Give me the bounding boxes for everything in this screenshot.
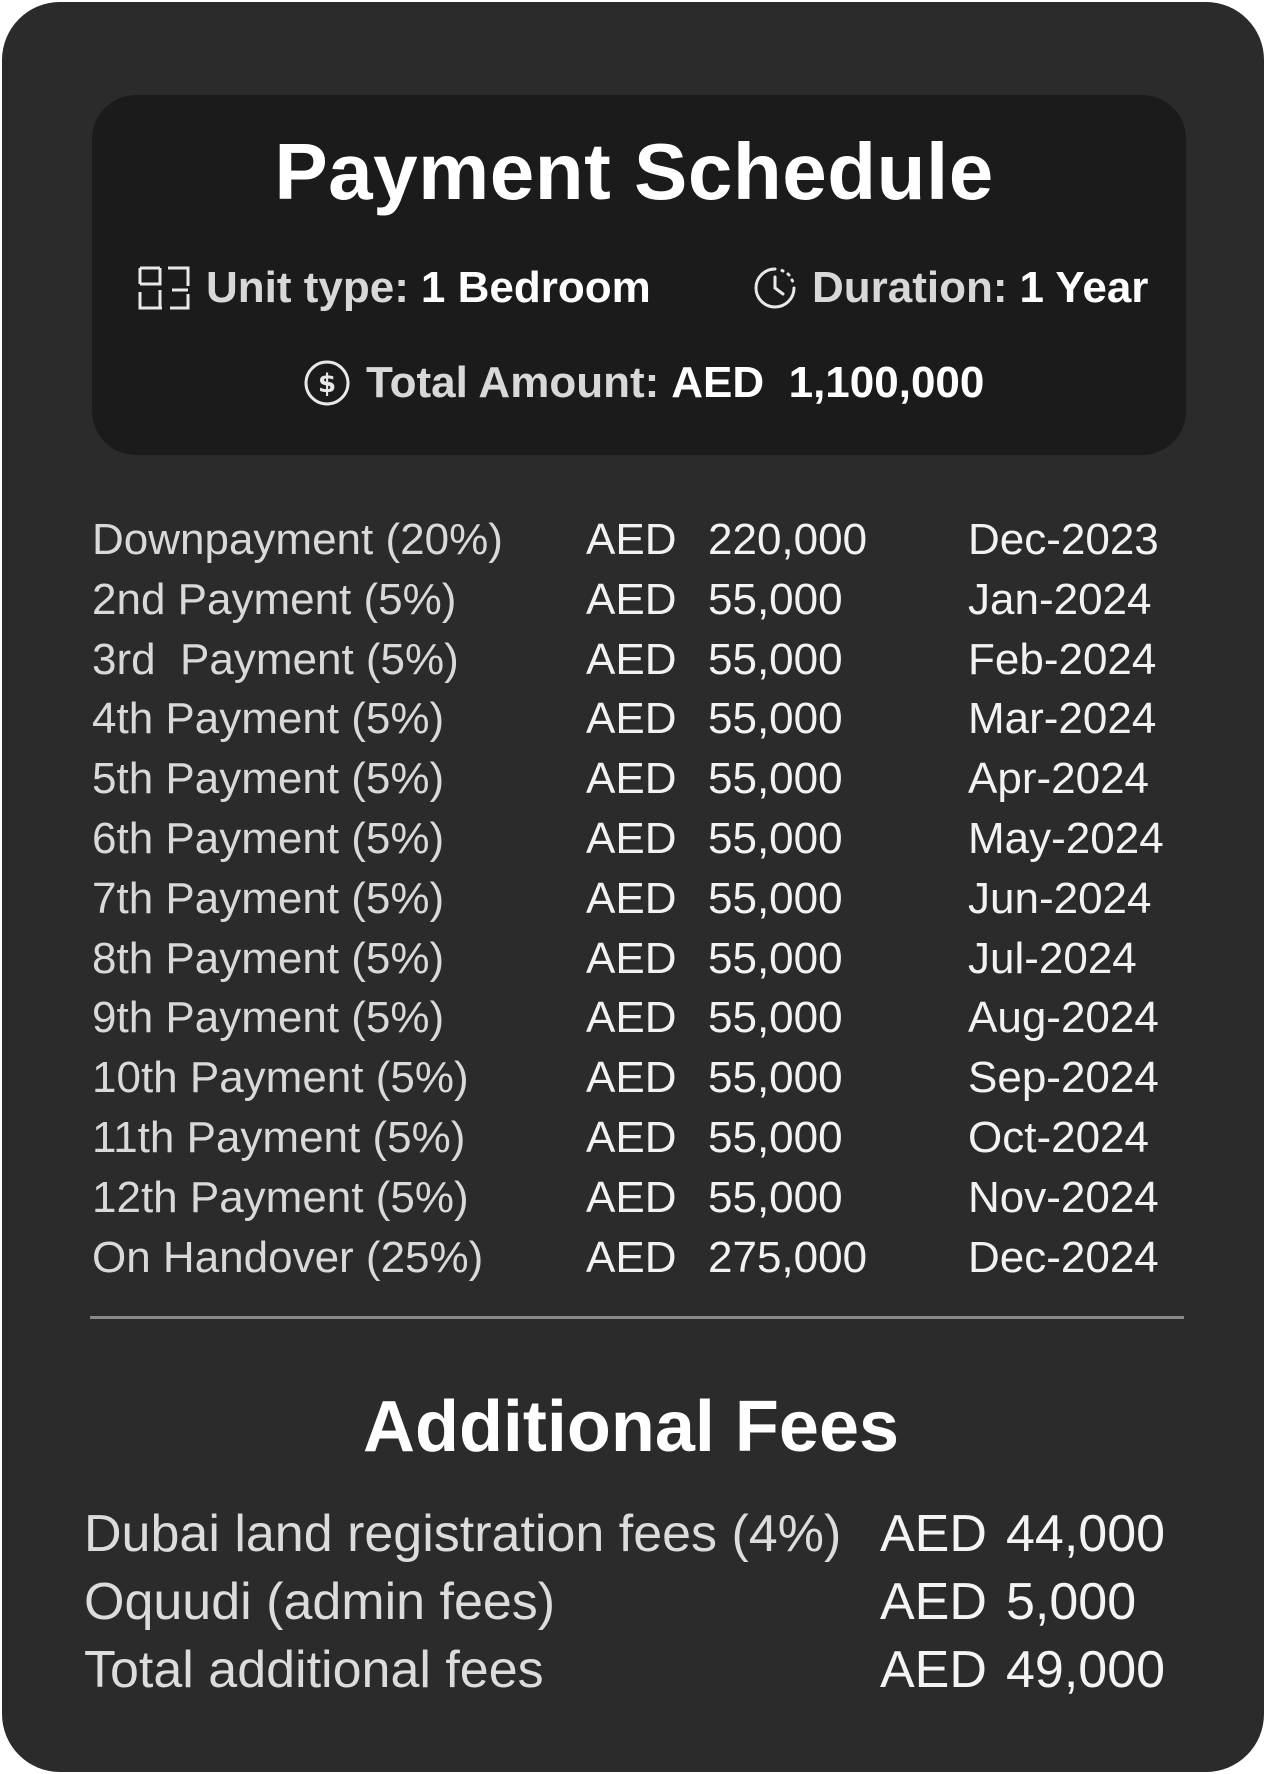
payment-label: 6th Payment (5%): [92, 813, 445, 863]
payment-date: Jan-2024: [968, 574, 1152, 624]
payment-date: Apr-2024: [968, 754, 1150, 804]
payment-row: 3rd Payment (5%) AED 55,000 Feb-2024: [92, 630, 1192, 690]
payment-row: 10th Payment (5%) AED 55,000 Sep-2024: [92, 1048, 1192, 1108]
payment-date: Nov-2024: [968, 1172, 1159, 1222]
payment-row: 12th Payment (5%) AED 55,000 Nov-2024: [92, 1168, 1192, 1228]
payment-row: 8th Payment (5%) AED 55,000 Jul-2024: [92, 929, 1192, 989]
payment-currency: AED: [586, 634, 677, 684]
fee-label: Oquudi (admin fees): [84, 1573, 556, 1631]
duration-label: Duration:: [812, 263, 1008, 312]
payment-row: 9th Payment (5%) AED 55,000 Aug-2024: [92, 988, 1192, 1048]
payment-amount: 55,000: [708, 993, 843, 1043]
fee-currency: AED: [880, 1641, 987, 1699]
fee-amount: 49,000: [1006, 1641, 1166, 1699]
payment-amount: 55,000: [708, 694, 843, 744]
payment-date: Jun-2024: [968, 873, 1152, 923]
payment-currency: AED: [586, 1112, 677, 1162]
payment-currency: AED: [586, 515, 677, 564]
payment-currency: AED: [586, 754, 677, 804]
payment-amount: 55,000: [708, 933, 843, 983]
payment-schedule-list: Downpayment (20%) AED 220,000 Dec-2023 2…: [92, 510, 1192, 1287]
payment-date: Mar-2024: [968, 694, 1157, 744]
payment-date: Jul-2024: [968, 933, 1137, 983]
payment-currency: AED: [586, 993, 677, 1043]
payment-date: Aug-2024: [968, 993, 1159, 1043]
payment-currency: AED: [586, 1053, 677, 1103]
payment-amount: 55,000: [708, 634, 843, 684]
payment-currency: AED: [586, 694, 677, 744]
clock-icon: [754, 267, 796, 309]
unit-type-label: Unit type:: [206, 263, 409, 312]
payment-row: Downpayment (20%) AED 220,000 Dec-2023: [92, 510, 1192, 570]
fee-row: Oquudi (admin fees) AED 5,000: [84, 1568, 1204, 1636]
payment-label: 3rd Payment (5%): [92, 634, 459, 684]
fee-amount: 44,000: [1006, 1505, 1166, 1563]
payment-amount: 275,000: [708, 1232, 868, 1282]
fee-currency: AED: [880, 1505, 987, 1563]
payment-row: On Handover (25%) AED 275,000 Dec-2024: [92, 1228, 1192, 1288]
payment-label: 4th Payment (5%): [92, 694, 445, 744]
floor-plan-icon: [138, 266, 190, 310]
payment-currency: AED: [586, 574, 677, 624]
payment-amount: 55,000: [708, 1172, 843, 1222]
payment-label: 7th Payment (5%): [92, 873, 445, 923]
payment-date: Feb-2024: [968, 634, 1157, 684]
payment-row: 11th Payment (5%) AED 55,000 Oct-2024: [92, 1108, 1192, 1168]
payment-date: Dec-2024: [968, 1232, 1159, 1282]
payment-label: 10th Payment (5%): [92, 1053, 469, 1103]
payment-row: 5th Payment (5%) AED 55,000 Apr-2024: [92, 749, 1192, 809]
payment-currency: AED: [586, 933, 677, 983]
payment-amount: 55,000: [708, 1112, 843, 1162]
payment-label: 11th Payment (5%): [92, 1112, 466, 1162]
fee-currency: AED: [880, 1573, 987, 1631]
fee-row: Total additional fees AED 49,000: [84, 1636, 1204, 1704]
payment-label: 8th Payment (5%): [92, 933, 445, 983]
payment-row: 2nd Payment (5%) AED 55,000 Jan-2024: [92, 570, 1192, 630]
payment-amount: 220,000: [708, 515, 868, 564]
additional-fees-list: Dubai land registration fees (4%) AED 44…: [84, 1500, 1204, 1704]
payment-row: 6th Payment (5%) AED 55,000 May-2024: [92, 809, 1192, 869]
payment-label: On Handover (25%): [92, 1232, 484, 1282]
fee-row: Dubai land registration fees (4%) AED 44…: [84, 1500, 1204, 1568]
payment-currency: AED: [586, 813, 677, 863]
additional-fees-title: Additional Fees: [362, 1387, 900, 1467]
fee-label: Dubai land registration fees (4%): [84, 1505, 842, 1563]
payment-row: 4th Payment (5%) AED 55,000 Mar-2024: [92, 689, 1192, 749]
payment-date: May-2024: [968, 813, 1164, 863]
unit-type-info: Unit type: 1 Bedroom: [136, 262, 651, 314]
payment-amount: 55,000: [708, 754, 843, 804]
payment-amount: 55,000: [708, 813, 843, 863]
payment-label: 5th Payment (5%): [92, 754, 445, 804]
total-amount-info: $ Total Amount: AED 1,100,000: [302, 357, 984, 409]
total-amount-label: Total Amount:: [366, 358, 660, 407]
duration-info: Duration: 1 Year: [752, 262, 1148, 314]
payment-label: Downpayment (20%): [92, 515, 503, 564]
payment-amount: 55,000: [708, 1053, 843, 1103]
payment-label: 9th Payment (5%): [92, 993, 445, 1043]
fee-label: Total additional fees: [84, 1641, 544, 1699]
payment-currency: AED: [586, 1232, 677, 1282]
fee-amount: 5,000: [1006, 1573, 1137, 1631]
payment-date: Oct-2024: [968, 1112, 1149, 1162]
unit-type-value: 1 Bedroom: [420, 263, 651, 312]
total-amount-value: AED 1,100,000: [671, 358, 985, 407]
page-title: Payment Schedule: [274, 127, 994, 216]
payment-label: 12th Payment (5%): [92, 1172, 469, 1222]
dollar-coin-icon: $: [304, 360, 350, 406]
duration-value: 1 Year: [1019, 263, 1149, 312]
payment-currency: AED: [586, 1172, 677, 1222]
section-divider: [90, 1316, 1184, 1319]
payment-amount: 55,000: [708, 873, 843, 923]
svg-text:$: $: [318, 369, 336, 399]
payment-row: 7th Payment (5%) AED 55,000 Jun-2024: [92, 869, 1192, 929]
payment-amount: 55,000: [708, 574, 843, 624]
payment-currency: AED: [586, 873, 677, 923]
payment-date: Sep-2024: [968, 1053, 1159, 1103]
payment-date: Dec-2023: [968, 515, 1159, 564]
payment-label: 2nd Payment (5%): [92, 574, 457, 624]
